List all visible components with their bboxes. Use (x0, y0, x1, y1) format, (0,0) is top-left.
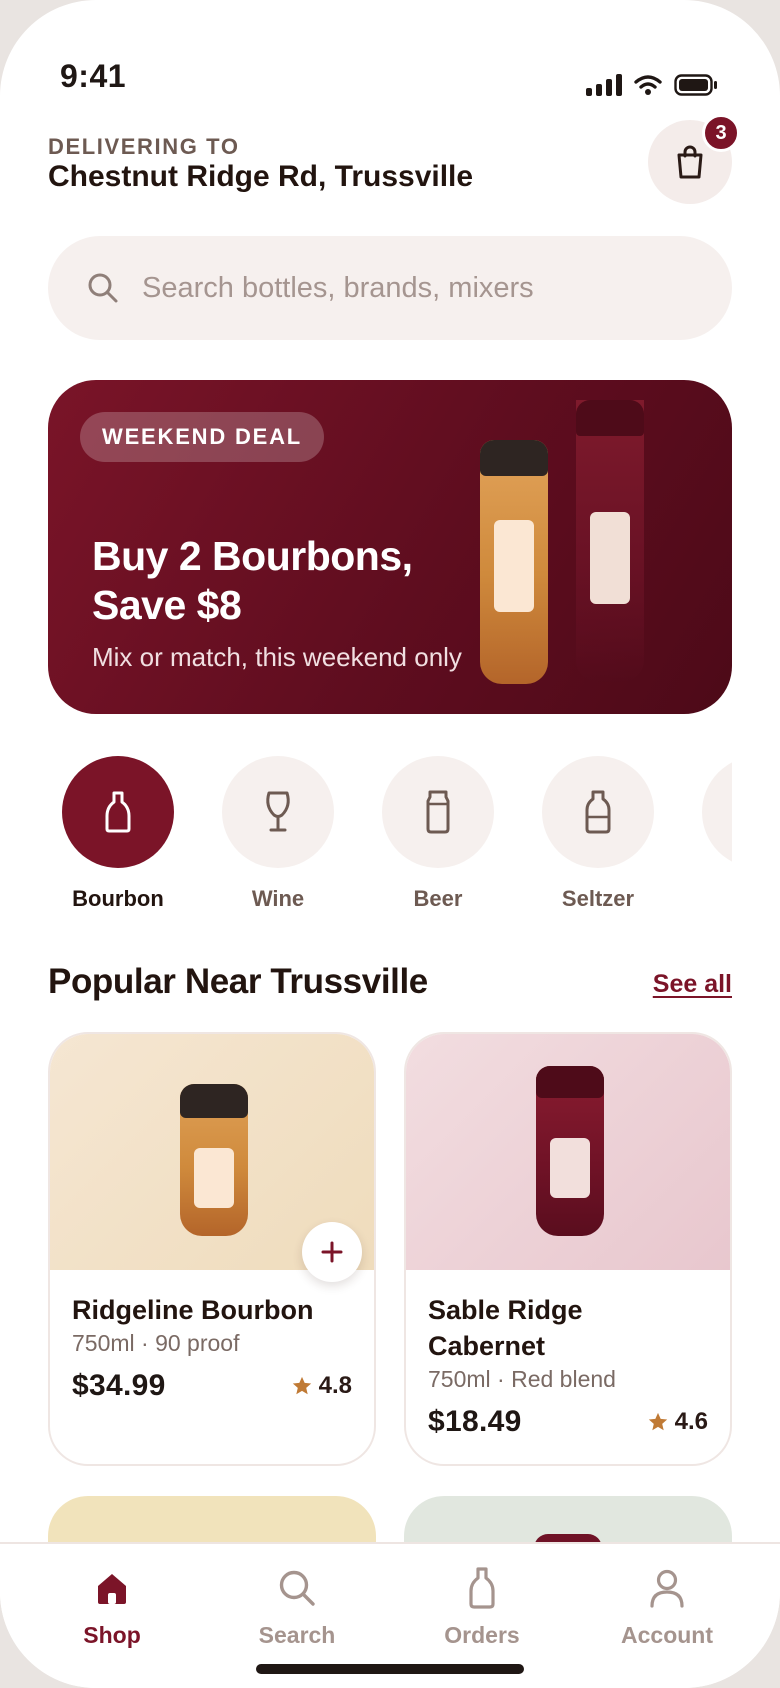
promo-title: Buy 2 Bourbons, Save $8 (92, 533, 413, 628)
star-icon (648, 1412, 667, 1431)
partial-category-icon (702, 756, 732, 868)
search-input[interactable] (142, 271, 702, 305)
product-price: $34.99 (72, 1369, 166, 1402)
product-name: Ridgeline Bourbon (72, 1295, 314, 1325)
search-icon (279, 1570, 315, 1606)
search-icon (88, 273, 118, 303)
app-screen: 9:41 DELIVERING TO Chestnut Ridge Rd, Tr… (0, 0, 780, 1688)
status-time: 9:41 (60, 58, 127, 94)
star-icon (292, 1376, 311, 1395)
tab-account[interactable]: Account (592, 1564, 742, 1649)
amber-bottle-image (180, 1084, 248, 1236)
search-bar[interactable] (48, 236, 732, 340)
category-seltzer[interactable]: Seltzer (542, 756, 654, 912)
category-beer[interactable]: Beer (382, 756, 494, 912)
seltzer-bottle-icon (585, 790, 611, 834)
plus-icon (321, 1241, 343, 1263)
product-image (406, 1034, 730, 1270)
delivery-address[interactable]: Chestnut Ridge Rd, Trussville (48, 160, 473, 194)
wine-glass-icon (266, 791, 290, 832)
product-name: Sable Ridge Cabernet (428, 1295, 583, 1361)
shopping-bag-icon (677, 145, 703, 179)
cart-count-badge: 3 (702, 114, 740, 152)
category-bourbon[interactable]: Bourbon (62, 756, 174, 912)
product-card-bourbon[interactable]: Ridgeline Bourbon 750ml · 90 proof $34.9… (48, 1032, 376, 1466)
tab-orders[interactable]: Orders (407, 1564, 557, 1649)
bourbon-bottle-icon (105, 791, 131, 833)
section-title: Popular Near Trussville (48, 962, 428, 1001)
tab-search[interactable]: Search (222, 1564, 372, 1649)
promo-banner[interactable]: WEEKEND DEAL Buy 2 Bourbons, Save $8 Mix… (48, 380, 732, 714)
promo-tag: WEEKEND DEAL (80, 412, 325, 462)
beer-can-icon (426, 790, 450, 834)
status-bar: 9:41 (0, 0, 780, 120)
promo-red-bottle-image (576, 400, 644, 682)
product-price: $18.49 (428, 1405, 522, 1438)
user-icon (650, 1569, 684, 1608)
wifi-icon (634, 74, 662, 96)
add-to-cart-button[interactable] (302, 1222, 362, 1282)
battery-icon (674, 74, 718, 96)
home-indicator (256, 1664, 524, 1674)
promo-amber-bottle-image (480, 440, 548, 684)
product-meta: 750ml · 90 proof (72, 1330, 240, 1356)
category-partial[interactable]: T (702, 756, 732, 912)
home-icon (98, 1574, 126, 1604)
delivering-label: DELIVERING TO (48, 134, 240, 159)
category-wine[interactable]: Wine (222, 756, 334, 912)
promo-subtitle: Mix or match, this weekend only (92, 642, 462, 672)
status-icons (586, 74, 718, 96)
product-card-cabernet[interactable]: Sable Ridge Cabernet 750ml · Red blend $… (404, 1032, 732, 1466)
tab-shop[interactable]: Shop (37, 1564, 187, 1649)
product-meta: 750ml · Red blend (428, 1366, 616, 1392)
bottle-icon (469, 1567, 495, 1609)
wine-bottle-image (536, 1066, 604, 1236)
category-row: Bourbon Wine Beer Seltzer T (48, 756, 732, 916)
signal-icon (586, 74, 622, 96)
see-all-link[interactable]: See all (653, 970, 732, 999)
product-rating: 4.6 (647, 1408, 708, 1436)
product-rating: 4.8 (291, 1372, 352, 1400)
